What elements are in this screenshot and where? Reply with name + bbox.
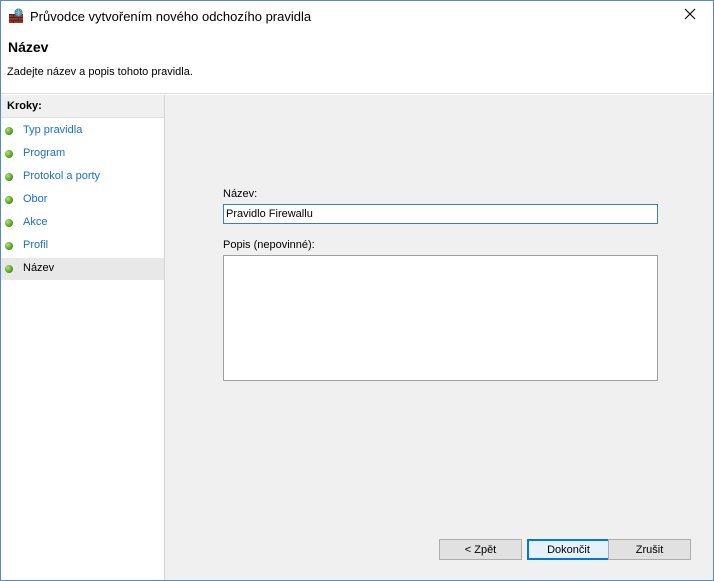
step-item-akce[interactable]: Akce [1,212,164,234]
steps-heading-label: Kroky: [7,100,42,112]
name-field[interactable] [223,204,658,224]
wizard-window: Průvodce vytvořením nového odchozího pra… [0,0,714,581]
steps-sidebar: Kroky: Typ pravidla Program Protokol a p… [1,95,165,580]
finish-button[interactable]: Dokončit [527,539,610,560]
green-dot-icon [5,173,13,181]
step-label: Program [23,147,66,159]
step-item-nazev[interactable]: Název [1,258,164,280]
step-label: Akce [23,216,48,228]
green-dot-icon [5,196,13,204]
description-field[interactable] [223,255,658,381]
green-dot-icon [5,127,13,135]
step-item-typ-pravidla[interactable]: Typ pravidla [1,120,164,142]
name-field-label: Název: [223,188,258,200]
cancel-button[interactable]: Zrušit [608,539,691,560]
page-subtitle: Zadejte název a popis tohoto pravidla. [7,66,193,78]
content-panel: Název: Popis (nepovinné): < Zpět Dokonči… [165,95,713,580]
close-icon [684,7,696,25]
step-item-program[interactable]: Program [1,143,164,165]
green-dot-icon [5,242,13,250]
step-item-protokol-a-porty[interactable]: Protokol a porty [1,166,164,188]
green-dot-icon [5,150,13,158]
step-label: Název [23,262,55,274]
step-label: Profil [23,239,49,251]
step-item-profil[interactable]: Profil [1,235,164,257]
title-bar[interactable]: Průvodce vytvořením nového odchozího pra… [1,1,713,31]
step-label: Typ pravidla [23,124,83,136]
description-field-label: Popis (nepovinné): [223,239,315,251]
page-header: Název Zadejte název a popis tohoto pravi… [1,31,713,94]
step-item-obor[interactable]: Obor [1,189,164,211]
green-dot-icon [5,265,13,273]
page-title: Název [8,39,49,55]
close-button[interactable] [667,1,713,31]
steps-heading: Kroky: [1,95,164,118]
green-dot-icon [5,219,13,227]
step-label: Protokol a porty [23,170,101,182]
step-label: Obor [23,193,48,205]
back-button[interactable]: < Zpět [439,539,522,560]
firewall-wizard-icon [8,8,24,24]
window-title: Průvodce vytvořením nového odchozího pra… [30,9,312,24]
